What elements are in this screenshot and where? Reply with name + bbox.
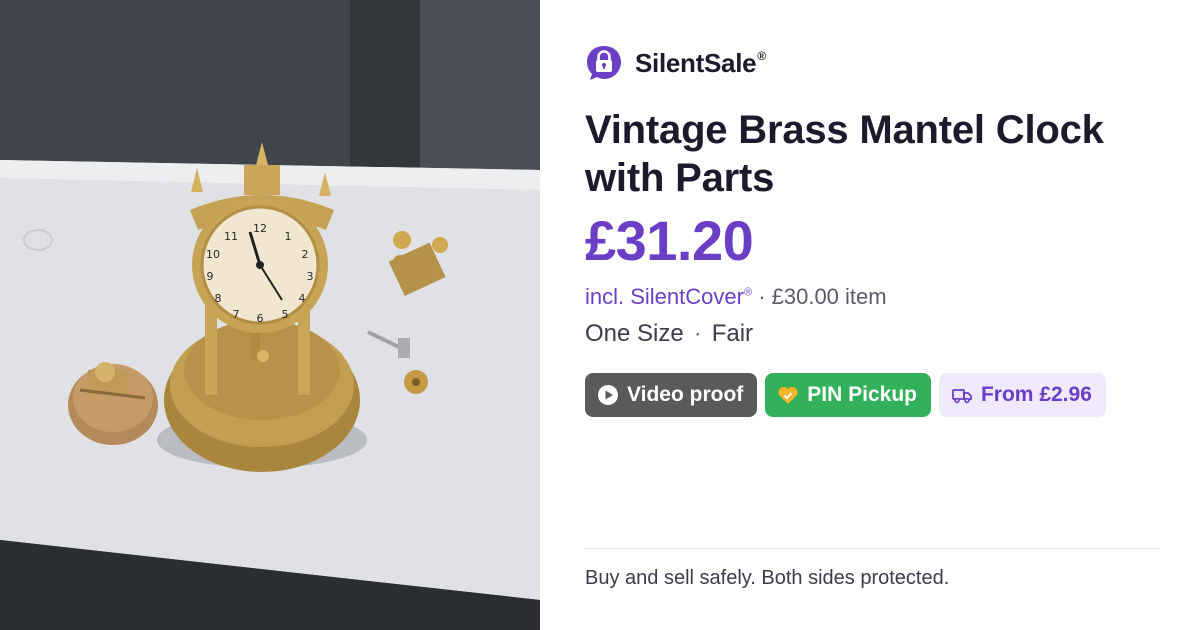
fee-breakdown: incl. SilentCover® · £30.00 item <box>585 284 887 310</box>
divider <box>585 548 1160 549</box>
svg-text:8: 8 <box>215 292 222 305</box>
video-proof-label: Video proof <box>627 383 744 406</box>
svg-text:3: 3 <box>307 270 314 283</box>
listing-price: £31.20 <box>585 209 754 272</box>
svg-text:2: 2 <box>302 248 309 261</box>
truck-icon <box>952 389 972 404</box>
play-icon <box>598 385 618 405</box>
svg-text:10: 10 <box>206 248 220 261</box>
product-photo: 12 1 2 345 678 9 10 11 <box>0 0 540 630</box>
silentcover-label[interactable]: incl. SilentCover® <box>585 284 752 309</box>
item-condition: Fair <box>711 320 754 347</box>
item-price: · £30.00 item <box>758 284 887 309</box>
brand-header[interactable]: SilentSale® <box>585 44 766 82</box>
svg-text:5: 5 <box>282 308 289 321</box>
listing-title: Vintage Brass Mantel Clock with Parts <box>585 108 1104 200</box>
shipping-label: From £2.96 <box>980 383 1092 406</box>
svg-text:6: 6 <box>257 312 264 325</box>
item-size: One Size <box>585 320 684 347</box>
separator-dot: · <box>693 320 702 347</box>
svg-text:4: 4 <box>299 292 306 305</box>
pin-pickup-label: PIN Pickup <box>807 383 917 406</box>
shipping-badge[interactable]: From £2.96 <box>938 373 1106 417</box>
padlock-chat-icon <box>587 46 621 80</box>
item-attributes: One Size · Fair <box>585 320 753 348</box>
footer-tagline: Buy and sell safely. Both sides protecte… <box>585 567 950 589</box>
clock-photo-illustration: 1212 345 678 91011 <box>0 0 540 630</box>
heart-shield-icon <box>778 386 798 404</box>
svg-text:9: 9 <box>207 270 214 283</box>
video-proof-badge[interactable]: Video proof <box>585 373 758 417</box>
svg-text:11: 11 <box>224 230 238 243</box>
badge-row: Video proof PIN Pickup From £2.96 <box>585 373 1106 417</box>
svg-text:7: 7 <box>233 308 240 321</box>
listing-panel: SilentSale® Vintage Brass Mantel Clock w… <box>585 0 1160 630</box>
svg-text:12: 12 <box>253 222 267 235</box>
brand-name: SilentSale® <box>635 47 766 78</box>
pin-pickup-badge[interactable]: PIN Pickup <box>765 373 931 417</box>
svg-text:1: 1 <box>285 230 292 243</box>
